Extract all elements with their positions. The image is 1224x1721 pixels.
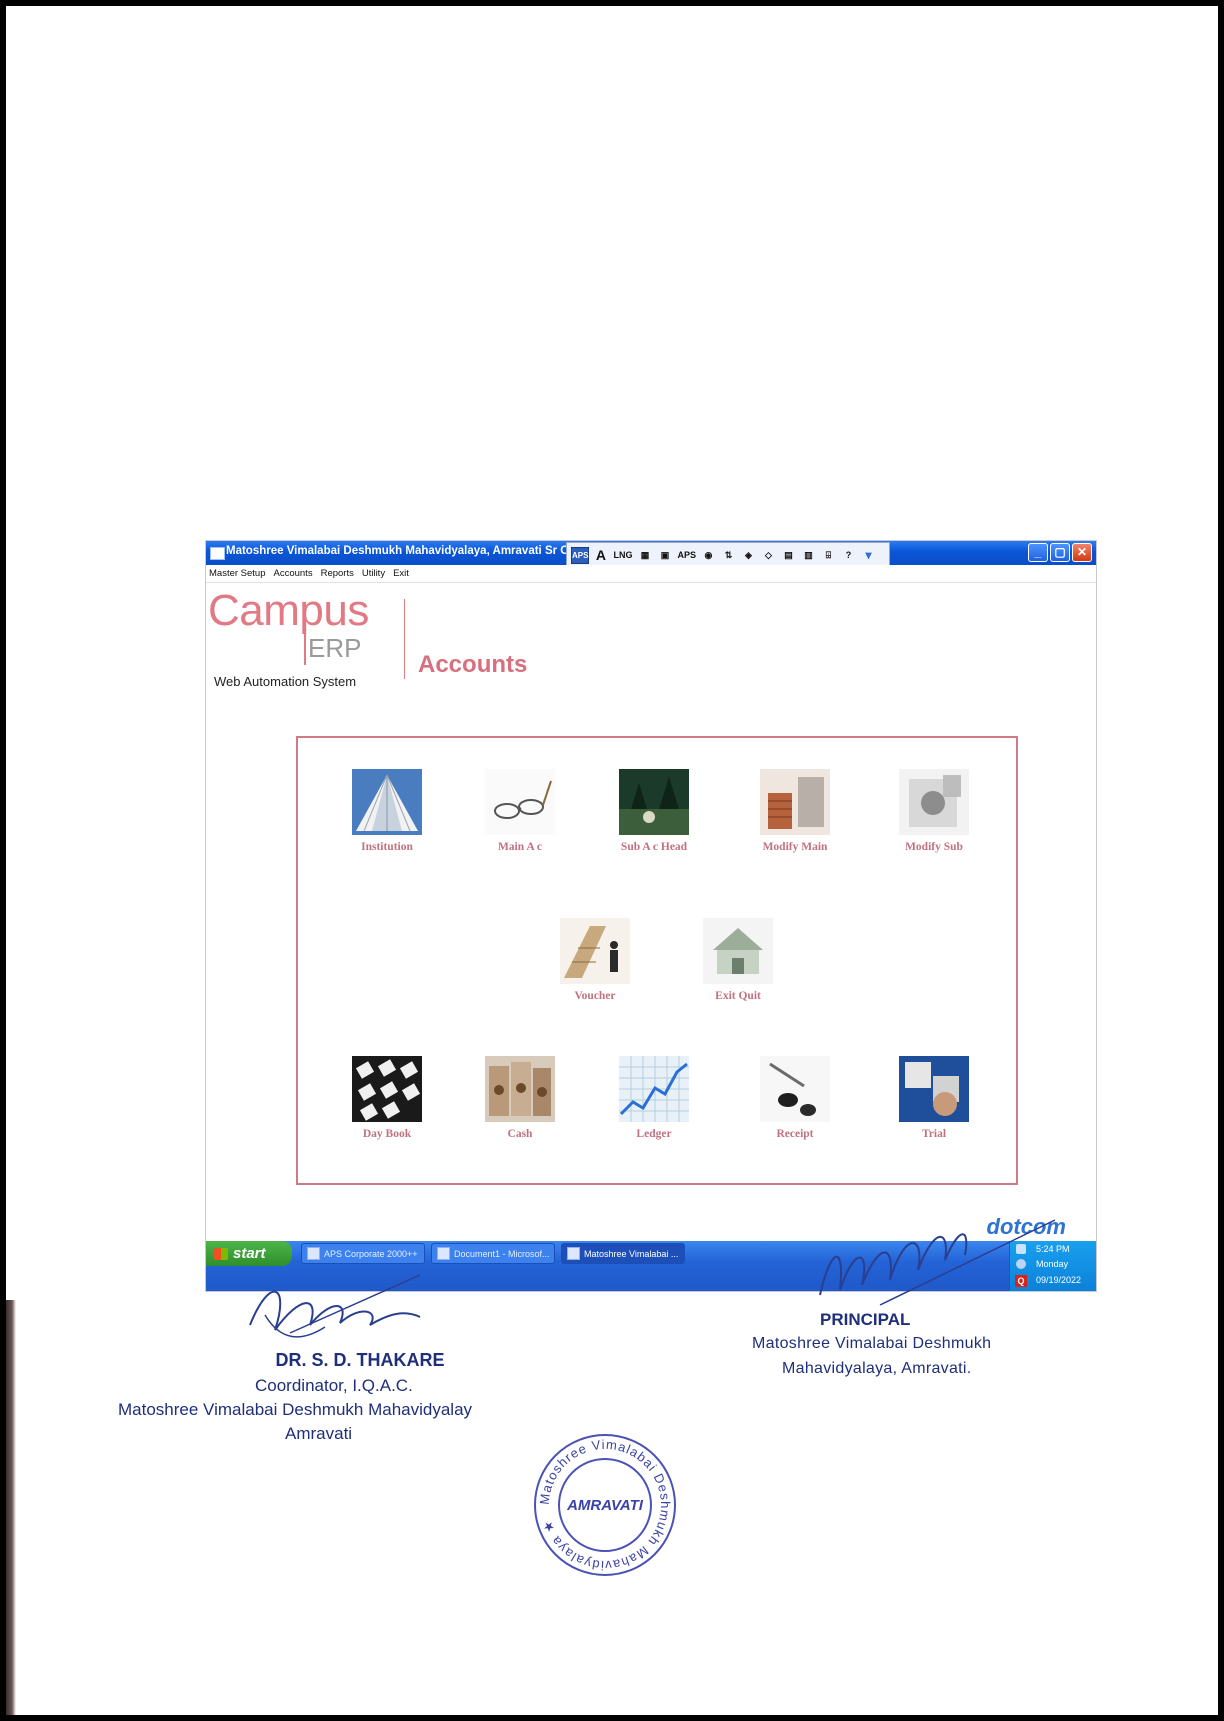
- menu-master-setup[interactable]: Master Setup: [209, 568, 266, 579]
- table-icon[interactable]: ▤: [780, 547, 797, 564]
- help-icon[interactable]: ?: [840, 547, 857, 564]
- signatory-right-title: PRINCIPAL: [820, 1310, 911, 1329]
- money-stack-icon: [560, 918, 630, 984]
- tile-label: Modify Sub: [905, 841, 963, 853]
- word-icon: [437, 1247, 450, 1260]
- window-icon: [567, 1247, 580, 1260]
- tile-label: Main A c: [497, 841, 543, 853]
- tile-label: Receipt: [776, 1128, 814, 1140]
- tile-receipt[interactable]: Receipt: [735, 1056, 855, 1140]
- task-document1[interactable]: Document1 - Microsof...: [431, 1243, 555, 1264]
- tile-exit-quit[interactable]: Exit Quit: [678, 918, 798, 1002]
- pen-tool-icon[interactable]: ◇: [760, 547, 777, 564]
- language-icon[interactable]: LNG: [612, 547, 633, 564]
- glasses-icon: [485, 769, 555, 835]
- font-icon[interactable]: A: [592, 547, 609, 564]
- logo-campus: Campus: [208, 586, 369, 635]
- tile-label: Cash: [507, 1128, 533, 1140]
- app-window: Matoshree Vimalabai Deshmukh Mahavidyala…: [205, 540, 1097, 1292]
- puzzle-icon: [899, 1056, 969, 1122]
- forest-icon: [619, 769, 689, 835]
- page-title: Accounts: [418, 651, 528, 678]
- menu-exit[interactable]: Exit: [393, 568, 409, 579]
- tile-ledger[interactable]: Ledger: [594, 1056, 714, 1140]
- windows-flag-icon: [214, 1247, 228, 1260]
- task-matoshree[interactable]: Matoshree Vimalabai ...: [561, 1243, 685, 1264]
- globe-icon[interactable]: ◉: [700, 547, 717, 564]
- campus-erp-logo: Campus ERP Web Automation System: [208, 589, 408, 689]
- tile-modify-sub[interactable]: Modify Sub: [874, 769, 994, 853]
- menu-accounts[interactable]: Accounts: [274, 568, 313, 579]
- swap-icon[interactable]: ⇅: [720, 547, 737, 564]
- tile-label: Ledger: [636, 1128, 672, 1140]
- settings-icon[interactable]: ◈: [740, 547, 757, 564]
- accounts-panel: Institution Main A c Sub A c Head Modify…: [296, 736, 1018, 1185]
- signatory-left-city: Amravati: [285, 1424, 353, 1443]
- tile-label: Modify Main: [762, 841, 828, 853]
- tile-modify-main[interactable]: Modify Main: [735, 769, 855, 853]
- signatory-right-org2: Mahavidyalaya, Amravati.: [782, 1360, 972, 1377]
- keyboard-icon[interactable]: ▦: [636, 547, 653, 564]
- building-icon: [352, 769, 422, 835]
- window-title: Matoshree Vimalabai Deshmukh Mahavidyala…: [226, 545, 579, 557]
- window-controls: _ ▢ ✕: [1028, 543, 1092, 562]
- pen-icon: [760, 1056, 830, 1122]
- aps-font-icon[interactable]: APS: [676, 547, 697, 564]
- window-list-icon[interactable]: ▥: [800, 547, 817, 564]
- svg-text:AMRAVATI: AMRAVATI: [566, 1497, 644, 1514]
- tile-institution[interactable]: Institution: [327, 769, 447, 853]
- close-button[interactable]: ✕: [1072, 543, 1092, 562]
- logo-divider: [404, 599, 405, 679]
- tile-main-ac[interactable]: Main A c: [460, 769, 580, 853]
- tile-label: Institution: [361, 841, 413, 853]
- aps-icon[interactable]: APS: [571, 546, 590, 564]
- signatory-left-org: Matoshree Vimalabai Deshmukh Mahavidyala…: [118, 1400, 473, 1419]
- menu-reports[interactable]: Reports: [321, 568, 354, 579]
- menu-bar: Master Setup Accounts Reports Utility Ex…: [206, 565, 1096, 583]
- tile-cash[interactable]: Cash: [460, 1056, 580, 1140]
- tile-trial[interactable]: Trial: [874, 1056, 994, 1140]
- window-icon: [210, 547, 225, 560]
- signature-left-scribble: [249, 1274, 421, 1338]
- tile-label: Sub A c Head: [620, 841, 688, 853]
- grid-icon[interactable]: ⌹: [820, 547, 837, 564]
- logo-tagline: Web Automation System: [214, 674, 357, 689]
- tile-label: Trial: [921, 1128, 947, 1140]
- tile-sub-ac-head[interactable]: Sub A c Head: [594, 769, 714, 853]
- tile-day-book[interactable]: Day Book: [327, 1056, 447, 1140]
- signature-right-scribble: [819, 1219, 1056, 1306]
- tile-voucher[interactable]: Voucher: [535, 918, 655, 1002]
- task-label: Matoshree Vimalabai ...: [584, 1248, 679, 1259]
- scan-edge: [6, 1300, 16, 1715]
- house-money-icon: [703, 918, 773, 984]
- growth-chart-icon: [619, 1056, 689, 1122]
- keypad-icon: [352, 1056, 422, 1122]
- menu-utility[interactable]: Utility: [362, 568, 385, 579]
- maximize-button[interactable]: ▢: [1050, 543, 1070, 562]
- edit-icon[interactable]: ▣: [656, 547, 673, 564]
- coins-stack-icon: [760, 769, 830, 835]
- task-label: Document1 - Microsof...: [454, 1248, 550, 1259]
- logo-bar: [304, 627, 306, 665]
- dropdown-arrow-icon[interactable]: ▾: [860, 547, 877, 564]
- logo-erp: ERP: [308, 633, 362, 663]
- minimize-button[interactable]: _: [1028, 543, 1048, 562]
- tile-label: Exit Quit: [715, 990, 761, 1002]
- tile-label: Day Book: [362, 1128, 412, 1140]
- document-icon: [899, 769, 969, 835]
- signatory-left-name: DR. S. D. THAKARE: [275, 1350, 445, 1370]
- tile-label: Voucher: [574, 990, 616, 1002]
- college-seal: Matoshree Vimalabai Deshmukh Mahavidyala…: [534, 1434, 676, 1576]
- signatory-right-org: Matoshree Vimalabai Deshmukh: [752, 1335, 992, 1352]
- signatory-left-role: Coordinator, I.Q.A.C.: [255, 1376, 413, 1395]
- banknotes-icon: [485, 1056, 555, 1122]
